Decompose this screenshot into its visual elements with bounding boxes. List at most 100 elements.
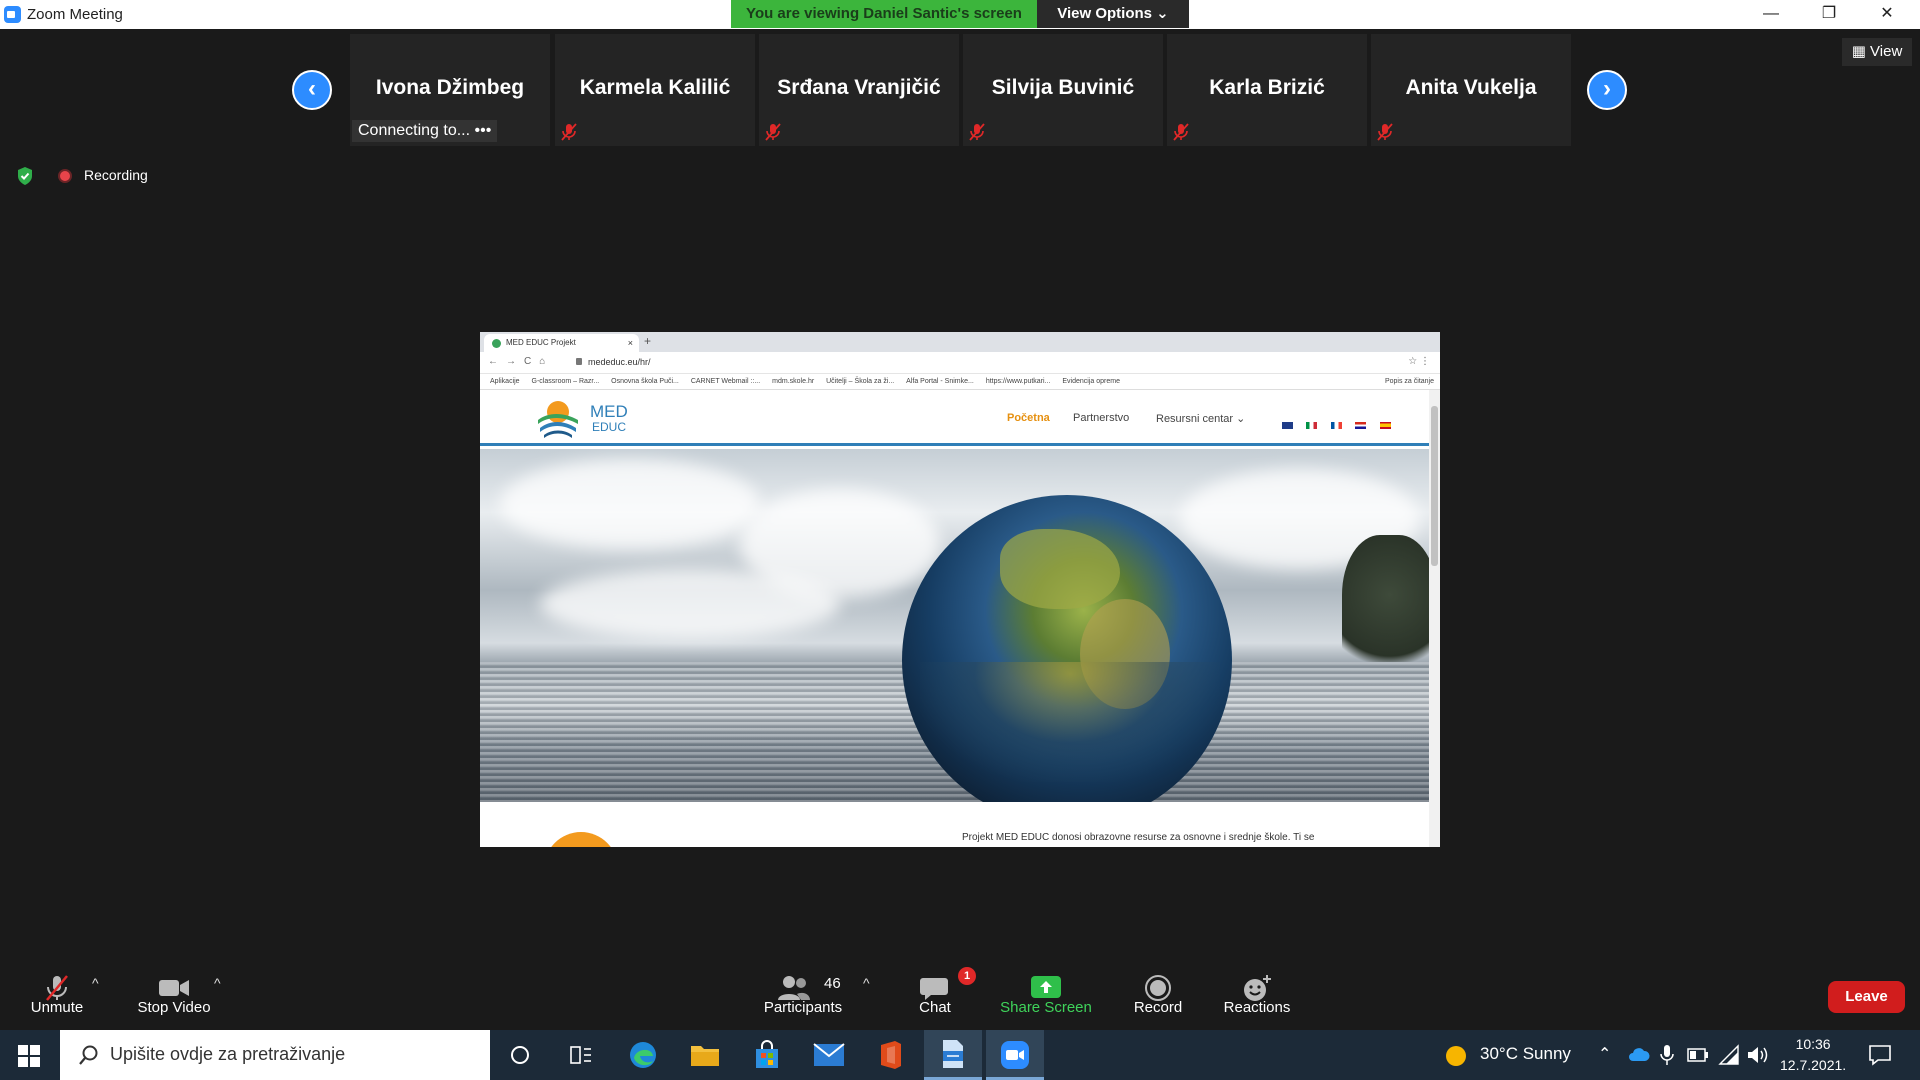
- participant-tile[interactable]: Karla Brizić: [1167, 34, 1367, 146]
- weather-widget[interactable]: 30°C Sunny: [1480, 1044, 1571, 1068]
- view-label: View: [1870, 43, 1903, 60]
- cortana-button[interactable]: [491, 1030, 549, 1080]
- bookmark-item[interactable]: https://www.putkari...: [986, 378, 1051, 385]
- prev-page-button[interactable]: ‹: [292, 70, 332, 110]
- site-nav-pocetna[interactable]: Početna: [1007, 412, 1050, 424]
- task-view-button[interactable]: [552, 1030, 610, 1080]
- windows-taskbar: Upišite ovdje za pretraživanje 30°C Sunn…: [0, 1030, 1920, 1080]
- participants-options-caret[interactable]: ^: [863, 975, 870, 991]
- zoom-app-icon: [4, 6, 21, 23]
- site-intro-text: Projekt MED EDUC donosi obrazovne resurs…: [962, 832, 1315, 843]
- windows-start-icon[interactable]: [18, 1045, 40, 1067]
- taskbar-zoom[interactable]: [986, 1030, 1044, 1080]
- gallery-view-button[interactable]: ▦ View: [1842, 38, 1912, 66]
- muted-mic-icon: [1377, 123, 1393, 141]
- taskbar-file-explorer[interactable]: [676, 1030, 734, 1080]
- flag-fr-icon[interactable]: [1330, 422, 1342, 429]
- window-title: Zoom Meeting: [27, 6, 123, 23]
- browser-tab[interactable]: MED EDUC Projekt ×: [484, 334, 639, 352]
- viewing-banner: You are viewing Daniel Santic's screen: [731, 0, 1037, 28]
- participant-tile[interactable]: Ivona Džimbeg Connecting to... •••: [350, 34, 550, 146]
- bookmarks-bar: Aplikacije G-classroom – Razr... Osnovna…: [480, 374, 1440, 390]
- onedrive-cloud-icon[interactable]: [1628, 1046, 1650, 1062]
- taskbar-search-box[interactable]: Upišite ovdje za pretraživanje: [60, 1030, 490, 1080]
- title-bar: Zoom Meeting You are viewing Daniel Sant…: [0, 0, 1920, 29]
- view-options-button[interactable]: View Options ⌄: [1037, 0, 1189, 28]
- taskbar-office[interactable]: [862, 1030, 920, 1080]
- browser-menu-icons[interactable]: ☆ ⋮: [1408, 356, 1430, 367]
- flag-en-icon[interactable]: [1282, 422, 1293, 429]
- participant-tile[interactable]: Silvija Buvinić: [963, 34, 1163, 146]
- participants-button[interactable]: 46 Participants: [758, 955, 848, 1030]
- participant-name: Anita Vukelja: [1405, 76, 1537, 99]
- bookmark-item[interactable]: Učitelji – Škola za ži...: [826, 378, 894, 385]
- clock-date: 12.7.2021.: [1780, 1057, 1847, 1073]
- participants-label: Participants: [763, 999, 843, 1016]
- battery-icon[interactable]: [1687, 1048, 1709, 1062]
- video-options-caret[interactable]: ^: [214, 975, 221, 991]
- tray-overflow-icon[interactable]: ⌃: [1598, 1044, 1611, 1068]
- mail-icon: [813, 1043, 845, 1066]
- close-button[interactable]: ✕: [1864, 0, 1910, 28]
- new-tab-icon[interactable]: +: [644, 334, 651, 348]
- close-tab-icon[interactable]: ×: [628, 334, 633, 352]
- med-educ-logo: [538, 401, 578, 438]
- reactions-button[interactable]: Reactions: [1216, 955, 1298, 1030]
- page-scrollbar[interactable]: [1429, 390, 1440, 847]
- flag-es-icon[interactable]: [1379, 422, 1391, 429]
- bookmark-item[interactable]: CARNET Webmail ::...: [691, 378, 760, 385]
- bookmark-item[interactable]: G-classroom – Razr...: [532, 378, 600, 385]
- minimize-button[interactable]: —: [1748, 0, 1794, 28]
- share-screen-label: Share Screen: [1000, 999, 1092, 1016]
- speaker-icon[interactable]: [1746, 1044, 1770, 1066]
- next-page-button[interactable]: ›: [1587, 70, 1627, 110]
- connecting-status: Connecting to... •••: [352, 120, 498, 142]
- taskbar-document-app[interactable]: [924, 1030, 982, 1080]
- chat-button[interactable]: 1 Chat: [900, 955, 976, 1030]
- participant-tile[interactable]: Srđana Vranjičić: [759, 34, 959, 146]
- muted-mic-icon: [1173, 123, 1189, 141]
- browser-nav-icons[interactable]: ←→C⌂: [488, 356, 553, 367]
- site-nav-resursni-centar[interactable]: Resursni centar ⌄: [1156, 412, 1245, 425]
- grid-icon: ▦: [1851, 43, 1866, 60]
- unmute-button[interactable]: Unmute: [22, 955, 92, 1030]
- reactions-label: Reactions: [1223, 999, 1291, 1016]
- scrollbar-thumb[interactable]: [1431, 406, 1438, 566]
- reading-list[interactable]: Popis za čitanje: [1385, 378, 1434, 385]
- participant-tile[interactable]: Anita Vukelja: [1371, 34, 1571, 146]
- meeting-toolbar: Unmute ^ Stop Video ^ 46 Participants ^ …: [0, 955, 1920, 1030]
- flag-hr-icon[interactable]: [1355, 422, 1367, 429]
- stop-video-button[interactable]: Stop Video: [132, 955, 216, 1030]
- bookmark-item[interactable]: Alfa Portal - Snimke...: [906, 378, 974, 385]
- taskbar-clock[interactable]: 10:36 12.7.2021.: [1780, 1034, 1846, 1076]
- record-button[interactable]: Record: [1126, 955, 1190, 1030]
- maximize-button[interactable]: ❐: [1806, 0, 1852, 28]
- bookmark-item[interactable]: mdm.skole.hr: [772, 378, 814, 385]
- notifications-icon[interactable]: [1868, 1044, 1892, 1066]
- orange-logo-partial: [544, 832, 618, 847]
- chat-label: Chat: [919, 999, 951, 1016]
- browser-address-bar: ←→C⌂ mededuc.eu/hr/ ☆ ⋮: [480, 352, 1440, 374]
- task-view-icon: [570, 1046, 591, 1064]
- taskbar-store[interactable]: [738, 1030, 796, 1080]
- participant-tile[interactable]: Karmela Kalilić: [555, 34, 755, 146]
- flag-it-icon[interactable]: [1306, 422, 1318, 429]
- taskbar-mail[interactable]: [800, 1030, 858, 1080]
- wifi-icon[interactable]: [1718, 1044, 1740, 1066]
- bookmark-item[interactable]: Osnovna škola Puči...: [611, 378, 679, 385]
- audio-options-caret[interactable]: ^: [92, 975, 99, 991]
- connecting-label: Connecting to...: [358, 122, 471, 139]
- security-shield-icon[interactable]: [16, 166, 34, 186]
- bookmark-item[interactable]: Evidencija opreme: [1062, 378, 1120, 385]
- view-options-label: View Options: [1057, 5, 1152, 22]
- taskbar-edge[interactable]: [614, 1030, 672, 1080]
- microphone-icon[interactable]: [1660, 1044, 1674, 1066]
- url-field[interactable]: mededuc.eu/hr/: [588, 357, 651, 367]
- site-nav-partnerstvo[interactable]: Partnerstvo: [1073, 412, 1129, 424]
- share-screen-button[interactable]: Share Screen: [996, 955, 1096, 1030]
- chat-unread-badge: 1: [958, 967, 976, 985]
- bookmark-item[interactable]: Aplikacije: [490, 378, 520, 385]
- leave-meeting-button[interactable]: Leave: [1828, 981, 1905, 1013]
- participant-name: Srđana Vranjičić: [777, 76, 941, 99]
- hero-image-earth-in-water: [480, 449, 1429, 802]
